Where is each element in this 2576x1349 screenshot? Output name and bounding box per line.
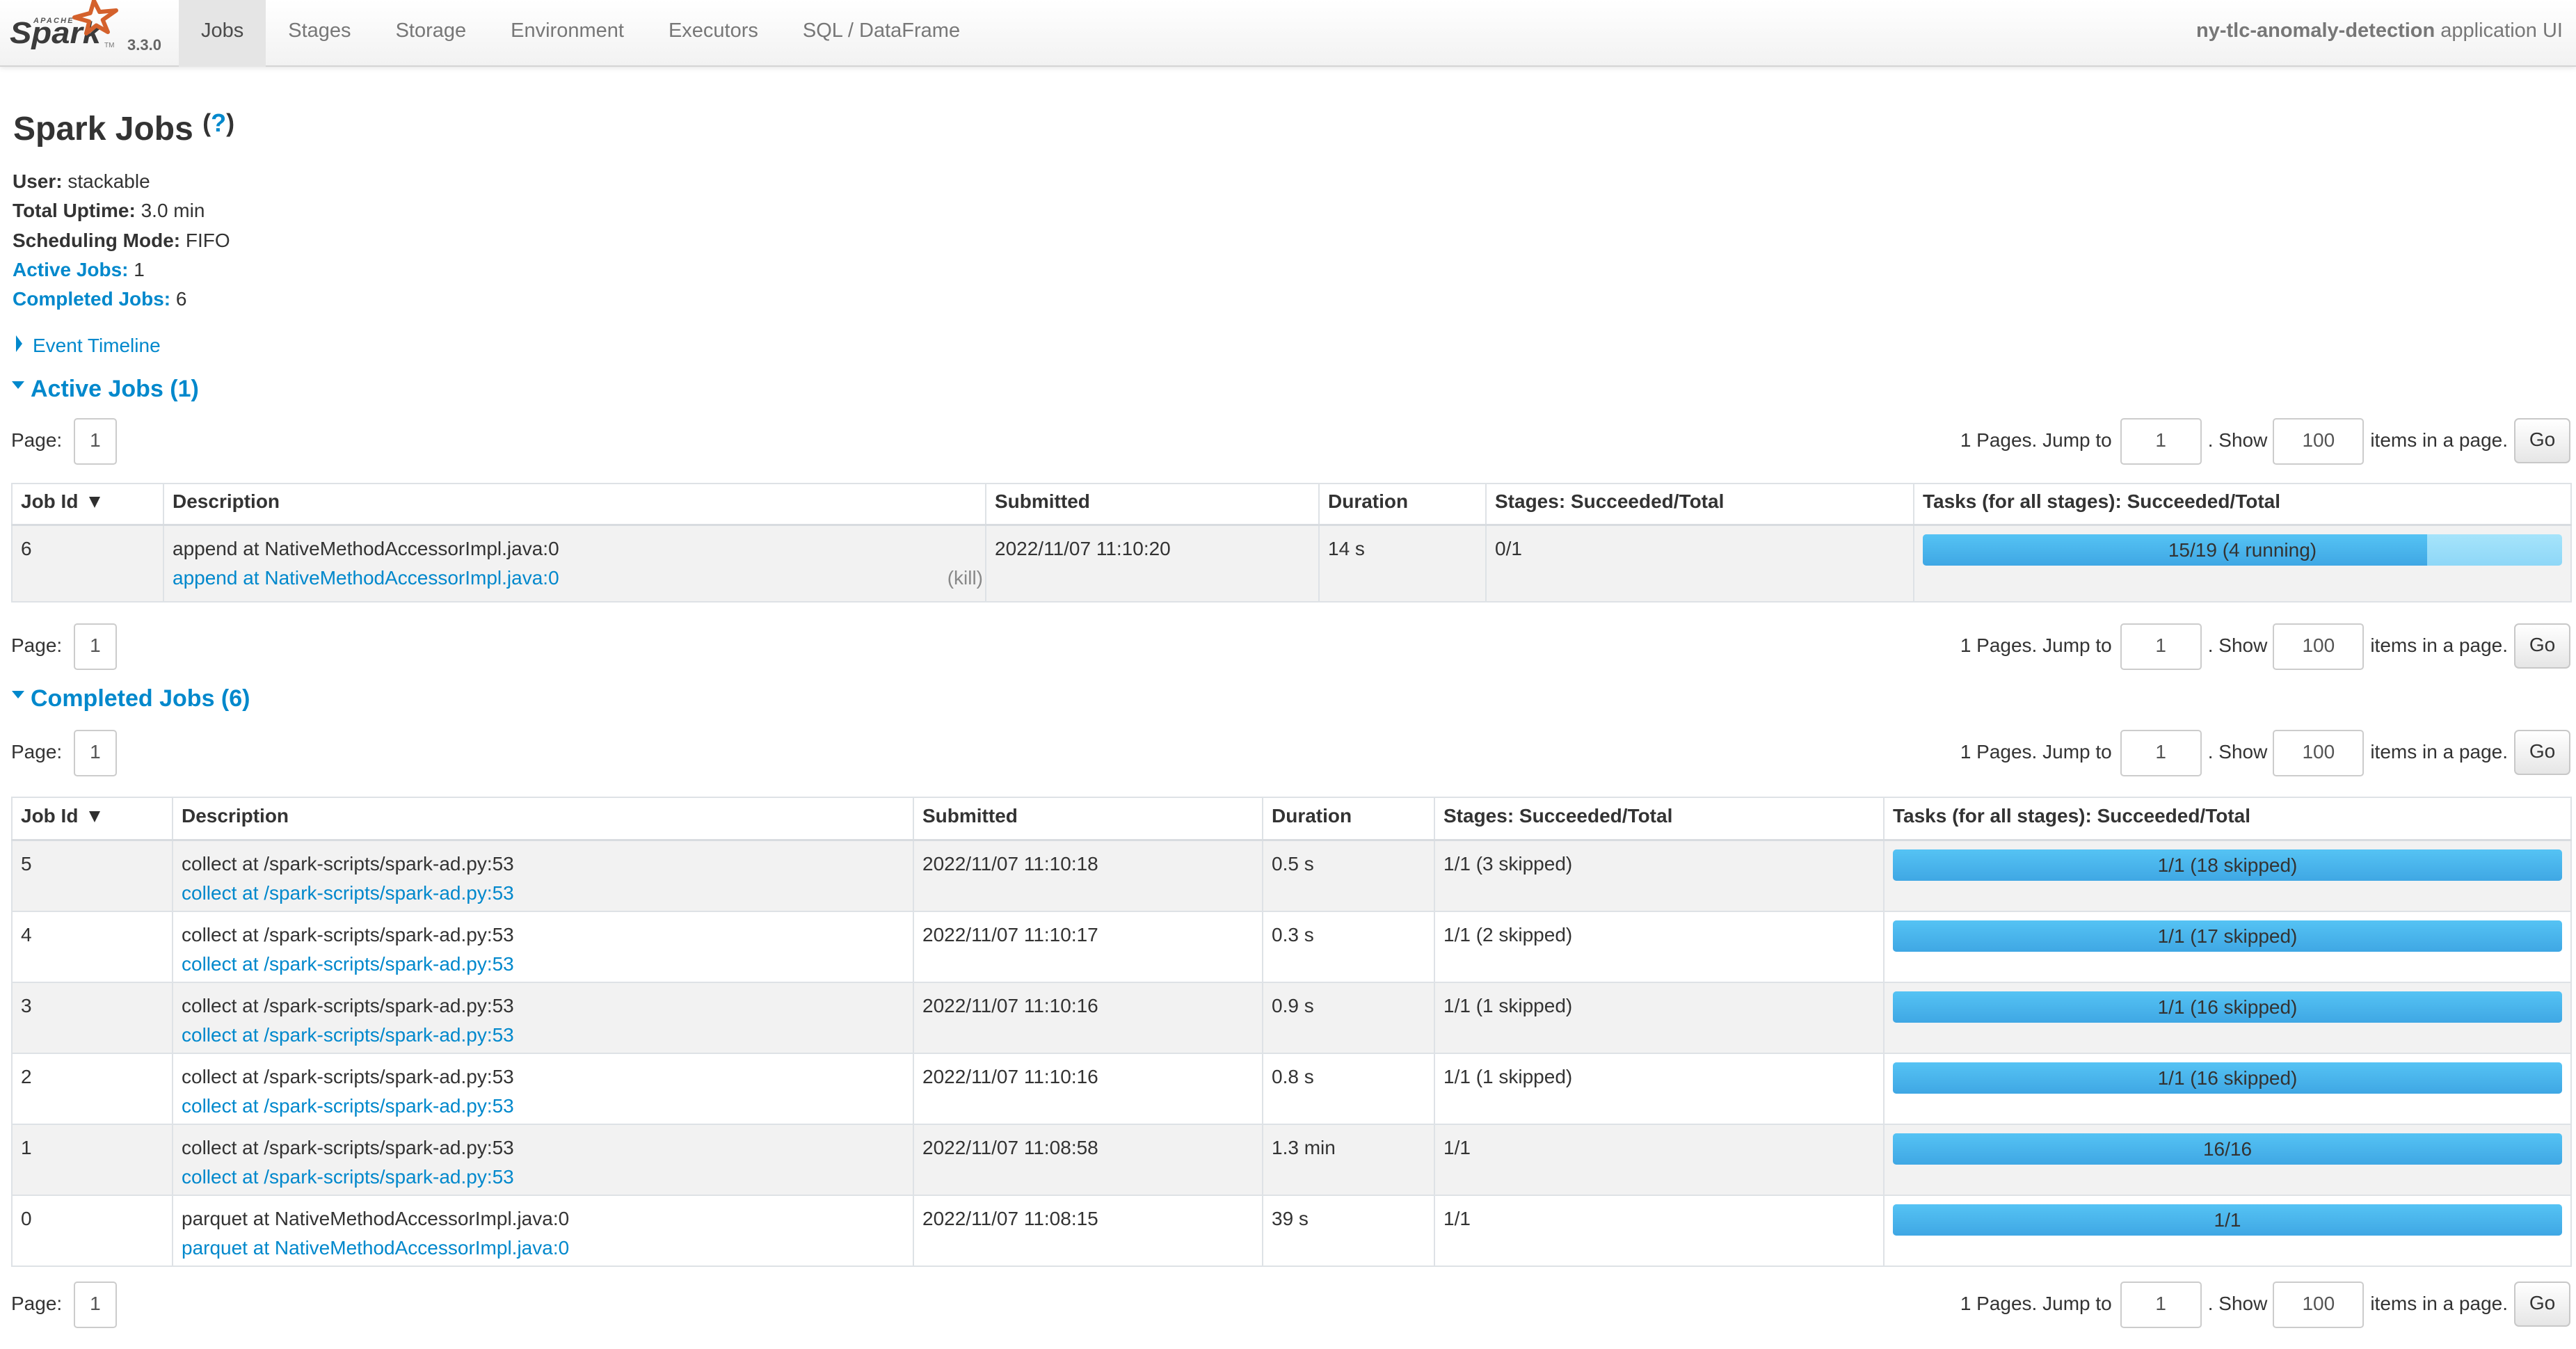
svg-text:TM: TM — [104, 42, 114, 49]
svg-text:3.3.0: 3.3.0 — [127, 36, 161, 54]
